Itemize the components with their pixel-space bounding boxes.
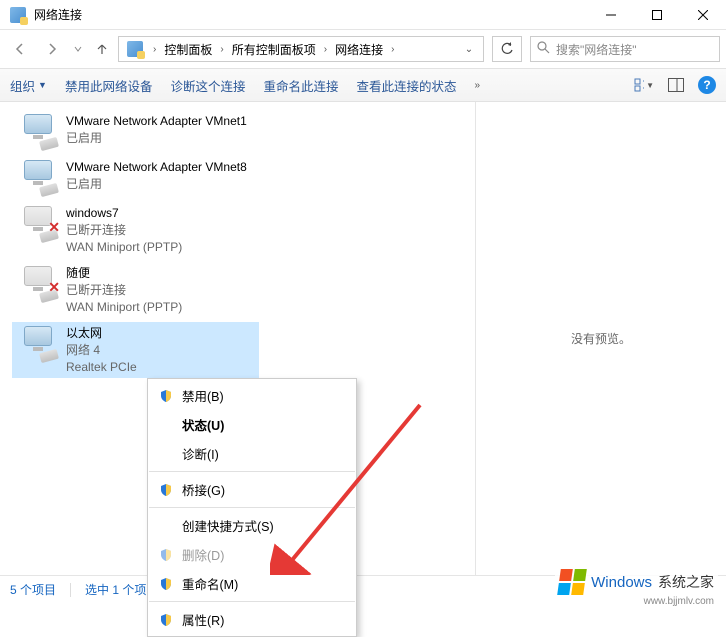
adapter-device: WAN Miniport (PPTP) [66, 239, 182, 256]
adapter-item-ethernet[interactable]: 以太网 网络 4 Realtek PCIe [12, 322, 259, 378]
shield-icon [158, 482, 174, 498]
context-separator [149, 507, 355, 508]
window-title: 网络连接 [34, 6, 588, 23]
windows-logo-icon [557, 569, 587, 595]
address-dropdown[interactable]: ⌄ [459, 44, 479, 55]
breadcrumb[interactable]: 控制面板 [162, 41, 214, 58]
watermark-sub: 系统之家 [658, 572, 714, 592]
watermark-brand: Windows [591, 574, 652, 591]
location-icon [127, 41, 143, 57]
context-rename[interactable]: 重命名(M) [148, 569, 356, 598]
shield-icon [158, 388, 174, 404]
search-placeholder: 搜索"网络连接" [556, 41, 637, 58]
shield-icon [158, 576, 174, 592]
breadcrumb[interactable]: 所有控制面板项 [230, 41, 318, 58]
app-icon [10, 7, 26, 23]
preview-pane: 没有预览。 [475, 102, 726, 575]
organize-menu[interactable]: 组织▼ [10, 76, 47, 95]
context-bridge[interactable]: 桥接(G) [148, 475, 356, 504]
context-delete[interactable]: 删除(D) [148, 540, 356, 569]
window-controls [588, 0, 726, 30]
shield-icon [158, 547, 174, 563]
network-adapter-disconnected-icon [16, 204, 60, 242]
shield-icon [158, 612, 174, 628]
search-icon [537, 41, 550, 57]
network-adapter-disconnected-icon [16, 264, 60, 302]
address-bar[interactable]: › 控制面板 › 所有控制面板项 › 网络连接 › ⌄ [118, 36, 484, 62]
network-adapter-icon [16, 324, 60, 362]
history-dropdown[interactable] [70, 35, 86, 63]
refresh-button[interactable] [492, 36, 522, 62]
search-input[interactable]: 搜索"网络连接" [530, 36, 720, 62]
back-button[interactable] [6, 35, 34, 63]
preview-pane-toggle[interactable] [666, 75, 686, 95]
watermark: Windows 系统之家 www.bjjmlv.com [555, 567, 718, 597]
network-adapter-icon [16, 112, 60, 150]
status-separator [70, 583, 71, 597]
maximize-button[interactable] [634, 0, 680, 30]
navbar: › 控制面板 › 所有控制面板项 › 网络连接 › ⌄ 搜索"网络连接" [0, 30, 726, 68]
chevron-right-icon[interactable]: › [214, 44, 229, 55]
adapter-device: Realtek PCIe [66, 359, 137, 376]
adapter-name: VMware Network Adapter VMnet1 [66, 113, 247, 130]
chevron-right-icon[interactable]: › [385, 44, 400, 55]
context-properties[interactable]: 属性(R) [148, 605, 356, 634]
context-status[interactable]: 状态(U) [148, 410, 356, 439]
adapter-item-windows7[interactable]: windows7 已断开连接 WAN Miniport (PPTP) [12, 202, 475, 258]
context-diagnose[interactable]: 诊断(I) [148, 439, 356, 468]
context-separator [149, 471, 355, 472]
adapter-status: 网络 4 [66, 342, 137, 359]
chevron-right-icon[interactable]: › [318, 44, 333, 55]
forward-button[interactable] [38, 35, 66, 63]
context-separator [149, 601, 355, 602]
network-adapter-icon [16, 158, 60, 196]
overflow-chevron[interactable]: » [475, 80, 481, 91]
adapter-item-vmnet8[interactable]: VMware Network Adapter VMnet8 已启用 [12, 156, 475, 198]
adapter-name: windows7 [66, 205, 182, 222]
up-button[interactable] [90, 35, 114, 63]
adapter-name: 以太网 [66, 325, 137, 342]
disable-device-button[interactable]: 禁用此网络设备 [65, 76, 153, 95]
content-area: VMware Network Adapter VMnet1 已启用 VMware… [0, 102, 726, 575]
adapter-status: 已启用 [66, 176, 247, 193]
breadcrumb[interactable]: 网络连接 [333, 41, 385, 58]
context-disable[interactable]: 禁用(B) [148, 381, 356, 410]
chevron-right-icon[interactable]: › [147, 44, 162, 55]
adapter-status: 已启用 [66, 130, 247, 147]
adapter-item-random[interactable]: 随便 已断开连接 WAN Miniport (PPTP) [12, 262, 475, 318]
item-count: 5 个项目 [10, 581, 56, 598]
titlebar: 网络连接 [0, 0, 726, 30]
preview-empty-text: 没有预览。 [571, 330, 631, 347]
toolbar: 组织▼ 禁用此网络设备 诊断这个连接 重命名此连接 查看此连接的状态 » ▼ ? [0, 68, 726, 102]
adapter-item-vmnet1[interactable]: VMware Network Adapter VMnet1 已启用 [12, 110, 475, 152]
minimize-button[interactable] [588, 0, 634, 30]
adapter-status: 已断开连接 [66, 282, 182, 299]
view-status-button[interactable]: 查看此连接的状态 [356, 76, 456, 95]
watermark-url: www.bjjmlv.com [644, 596, 714, 607]
diagnose-button[interactable]: 诊断这个连接 [170, 76, 245, 95]
close-button[interactable] [680, 0, 726, 30]
adapter-status: 已断开连接 [66, 222, 182, 239]
rename-connection-button[interactable]: 重命名此连接 [263, 76, 338, 95]
context-menu: 禁用(B) 状态(U) 诊断(I) 桥接(G) 创建快捷方式(S) 删除(D) … [147, 378, 357, 637]
adapter-device: WAN Miniport (PPTP) [66, 299, 182, 316]
adapter-name: VMware Network Adapter VMnet8 [66, 159, 247, 176]
context-create-shortcut[interactable]: 创建快捷方式(S) [148, 511, 356, 540]
view-options-button[interactable]: ▼ [634, 75, 654, 95]
help-button[interactable]: ? [698, 76, 716, 94]
adapter-name: 随便 [66, 265, 182, 282]
